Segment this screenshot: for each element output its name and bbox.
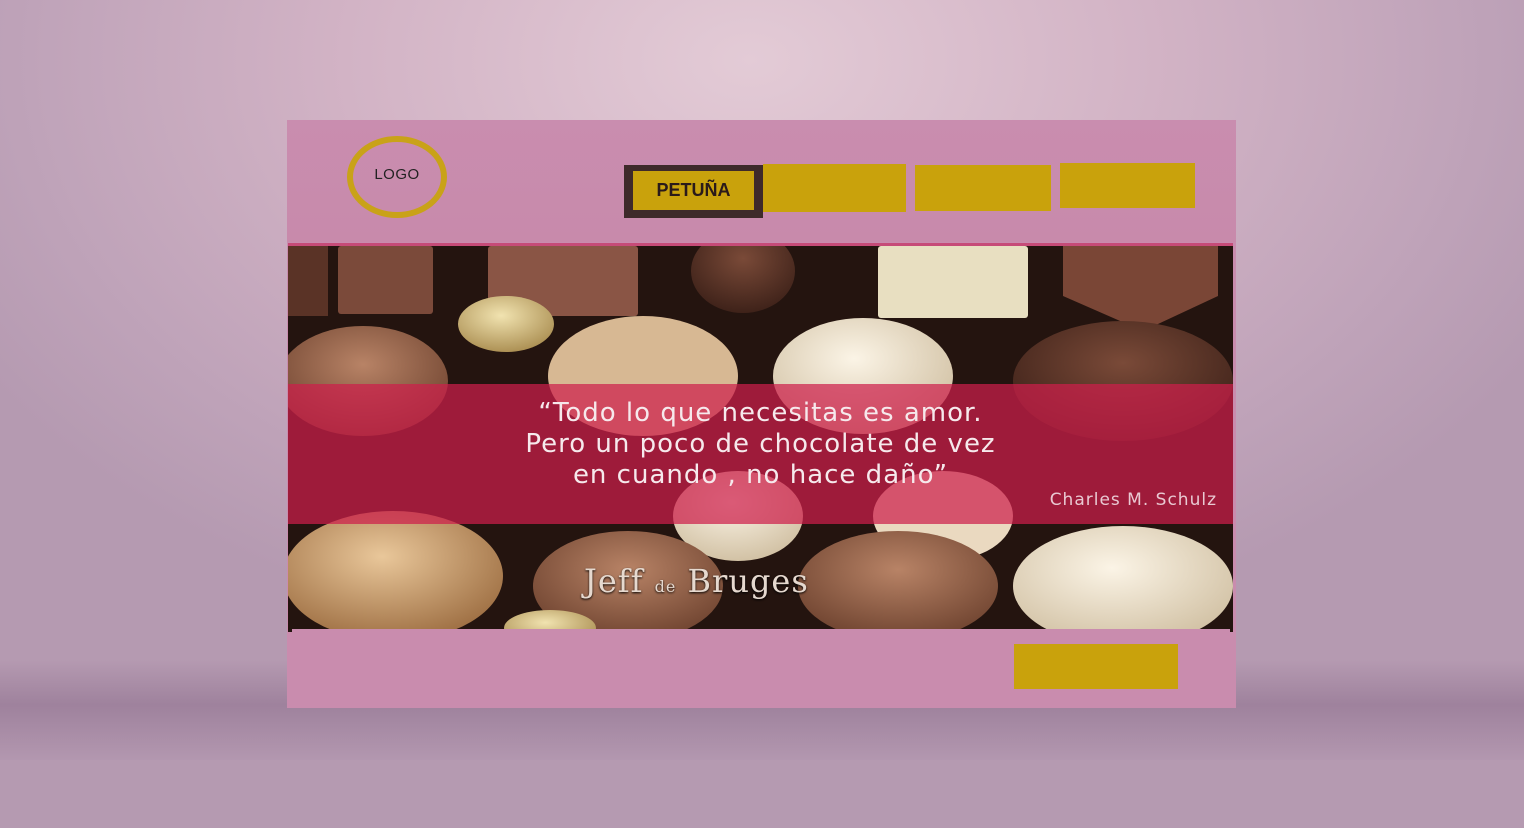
website-mockup: LOGO PETUÑA “Todo lo que necesitas es am… (287, 120, 1236, 708)
nav-item-petuna[interactable]: PETUÑA (624, 165, 763, 218)
nav-item-petuna-label: PETUÑA (633, 171, 754, 210)
footer (292, 629, 1230, 708)
hero-image: “Todo lo que necesitas es amor. Pero un … (288, 243, 1233, 632)
logo[interactable]: LOGO (347, 136, 447, 218)
brand-watermark: Jeff de Bruges (584, 562, 809, 600)
brand-name-part-2: de (654, 577, 677, 596)
quote-line-3: en cuando , no hace daño” (572, 460, 949, 490)
quote-text: “Todo lo que necesitas es amor. Pero un … (298, 398, 1223, 491)
footer-button[interactable] (1014, 644, 1178, 689)
nav-item-3[interactable] (915, 165, 1051, 211)
logo-text: LOGO (374, 166, 420, 183)
header: LOGO PETUÑA (287, 120, 1236, 242)
quote-author: Charles M. Schulz (1049, 490, 1217, 510)
nav-item-4[interactable] (1060, 163, 1195, 208)
quote-line-1: “Todo lo que necesitas es amor. (538, 398, 983, 428)
quote-line-2: Pero un poco de chocolate de vez (525, 429, 996, 459)
quote-banner: “Todo lo que necesitas es amor. Pero un … (288, 384, 1233, 524)
brand-name-part-3: Bruges (676, 562, 809, 600)
nav-item-2[interactable] (763, 164, 906, 212)
brand-name-part-1: Jeff (584, 562, 655, 600)
